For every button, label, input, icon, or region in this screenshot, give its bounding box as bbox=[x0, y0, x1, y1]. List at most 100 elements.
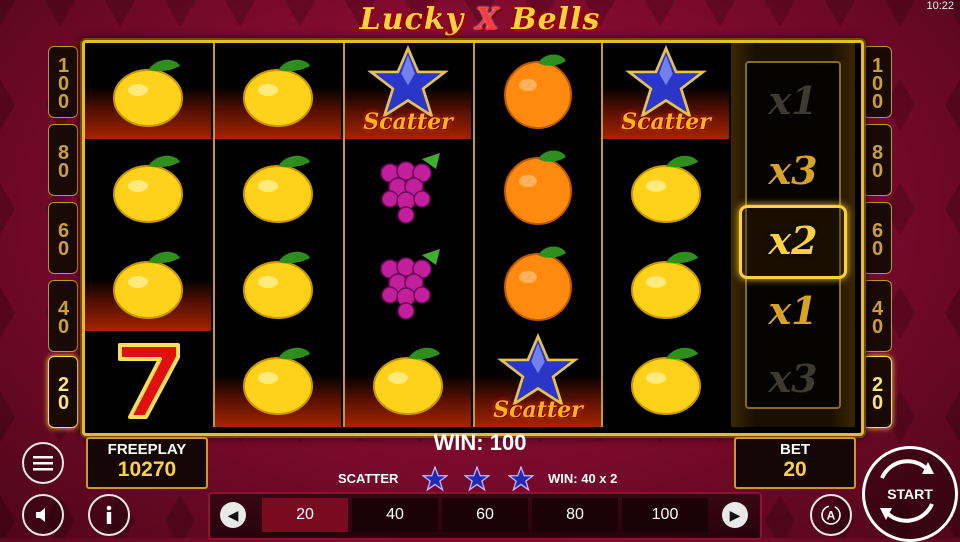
grapes-icon bbox=[380, 153, 440, 224]
bet-selector: ◀ 20 40 60 80 100 ▶ bbox=[208, 492, 762, 540]
orange-icon bbox=[504, 246, 572, 321]
reel-2 bbox=[213, 43, 341, 427]
lemon-icon bbox=[631, 347, 701, 415]
lemon-icon bbox=[113, 59, 183, 127]
line-count-40-left[interactable]: 40 bbox=[48, 280, 78, 352]
svg-text:A: A bbox=[827, 509, 836, 523]
lemon-icon bbox=[373, 347, 443, 415]
info-icon bbox=[106, 505, 112, 524]
symbol-lemon bbox=[215, 139, 341, 235]
line-count-20-right[interactable]: 20 bbox=[862, 356, 892, 428]
multiplier-cell: x3 bbox=[768, 355, 818, 401]
start-button[interactable]: START bbox=[862, 446, 958, 542]
scatter-icon bbox=[367, 45, 449, 119]
symbol-lemon bbox=[215, 331, 341, 427]
orange-icon bbox=[504, 150, 572, 225]
bet-panel: BET 20 bbox=[734, 437, 856, 489]
symbol-scatter: Scatter bbox=[345, 43, 471, 139]
symbol-orange bbox=[475, 139, 601, 235]
bet-option-20[interactable]: 20 bbox=[262, 498, 348, 532]
reel-frame: Scatter Scatter Scatter x1 x3 x2 x1 x3 bbox=[82, 40, 864, 436]
lemon-icon bbox=[243, 347, 313, 415]
bet-decrease-button[interactable]: ◀ bbox=[220, 502, 246, 528]
lemon-icon bbox=[113, 155, 183, 223]
symbol-lemon bbox=[603, 331, 729, 427]
hamburger-icon bbox=[33, 456, 53, 471]
multiplier-window: x1 x3 x2 x1 x3 bbox=[739, 61, 847, 409]
symbol-scatter: Scatter bbox=[475, 331, 601, 427]
bet-option-80[interactable]: 80 bbox=[532, 498, 618, 532]
line-count-80-left[interactable]: 80 bbox=[48, 124, 78, 196]
grapes-icon bbox=[380, 249, 440, 320]
paylines-right: 100 80 60 40 20 bbox=[862, 46, 892, 428]
title-part-1: Lucky bbox=[359, 2, 476, 37]
line-count-100-right[interactable]: 100 bbox=[862, 46, 892, 118]
bet-option-60[interactable]: 60 bbox=[442, 498, 528, 532]
lemon-icon bbox=[113, 251, 183, 319]
scatter-star-icon bbox=[508, 466, 534, 492]
scatter-win-row: SCATTER WIN: 40 x 2 bbox=[338, 466, 668, 492]
line-count-20-left[interactable]: 20 bbox=[48, 356, 78, 428]
info-button[interactable] bbox=[88, 494, 130, 536]
symbol-lemon bbox=[85, 235, 211, 331]
line-count-40-right[interactable]: 40 bbox=[862, 280, 892, 352]
reel-3: Scatter bbox=[343, 43, 471, 427]
scatter-label: Scatter bbox=[363, 109, 453, 135]
scatter-star-icon bbox=[464, 466, 490, 492]
scatter-star-icon bbox=[422, 466, 448, 492]
symbol-scatter: Scatter bbox=[603, 43, 729, 139]
scatter-label: Scatter bbox=[621, 109, 711, 135]
speaker-icon bbox=[36, 508, 45, 522]
multiplier-selected: x2 bbox=[768, 217, 818, 263]
menu-button[interactable] bbox=[22, 442, 64, 484]
lemon-icon bbox=[243, 59, 313, 127]
game-title: Lucky X Bells bbox=[0, 2, 960, 37]
scatter-icon bbox=[625, 45, 707, 119]
bet-increase-button[interactable]: ▶ bbox=[722, 502, 748, 528]
symbol-lemon bbox=[85, 139, 211, 235]
symbol-lemon bbox=[215, 43, 341, 139]
sound-button[interactable] bbox=[22, 494, 64, 536]
symbol-orange bbox=[475, 235, 601, 331]
multiplier-cell: x1 bbox=[768, 77, 818, 123]
bet-option-100[interactable]: 100 bbox=[622, 498, 708, 532]
multiplier-cell: x1 bbox=[768, 287, 818, 333]
freeplay-value: 10270 bbox=[117, 458, 177, 481]
symbol-grapes bbox=[345, 235, 471, 331]
symbol-orange bbox=[475, 43, 601, 139]
title-part-2: Bells bbox=[499, 2, 601, 37]
line-count-80-right[interactable]: 80 bbox=[862, 124, 892, 196]
symbol-lemon bbox=[603, 139, 729, 235]
autoplay-button[interactable]: A bbox=[810, 494, 852, 536]
bet-value: 20 bbox=[783, 458, 807, 481]
bet-option-40[interactable]: 40 bbox=[352, 498, 438, 532]
lemon-icon bbox=[243, 251, 313, 319]
seven-icon bbox=[118, 343, 180, 419]
symbol-lemon bbox=[85, 43, 211, 139]
multiplier-reel: x1 x3 x2 x1 x3 bbox=[731, 43, 855, 427]
scatter-label: Scatter bbox=[493, 397, 583, 423]
paylines-left: 100 80 60 40 20 bbox=[48, 46, 78, 428]
line-count-60-left[interactable]: 60 bbox=[48, 202, 78, 274]
orange-icon bbox=[504, 54, 572, 129]
line-count-100-left[interactable]: 100 bbox=[48, 46, 78, 118]
symbol-seven bbox=[85, 331, 211, 427]
bet-label: BET bbox=[780, 441, 810, 458]
scatter-win-label: SCATTER bbox=[338, 471, 399, 486]
title-x: X bbox=[475, 2, 500, 37]
symbol-lemon bbox=[603, 235, 729, 331]
reel-4: Scatter bbox=[473, 43, 601, 427]
start-label: START bbox=[887, 486, 933, 502]
lemon-icon bbox=[631, 155, 701, 223]
reel-1 bbox=[85, 43, 211, 427]
scatter-icon bbox=[497, 333, 579, 407]
reel-5: Scatter bbox=[601, 43, 729, 427]
lemon-icon bbox=[631, 251, 701, 319]
autoplay-icon: A bbox=[821, 505, 841, 525]
line-count-60-right[interactable]: 60 bbox=[862, 202, 892, 274]
symbol-lemon bbox=[345, 331, 471, 427]
multiplier-cell: x3 bbox=[768, 147, 818, 193]
symbol-lemon bbox=[215, 235, 341, 331]
lemon-icon bbox=[243, 155, 313, 223]
symbol-grapes bbox=[345, 139, 471, 235]
